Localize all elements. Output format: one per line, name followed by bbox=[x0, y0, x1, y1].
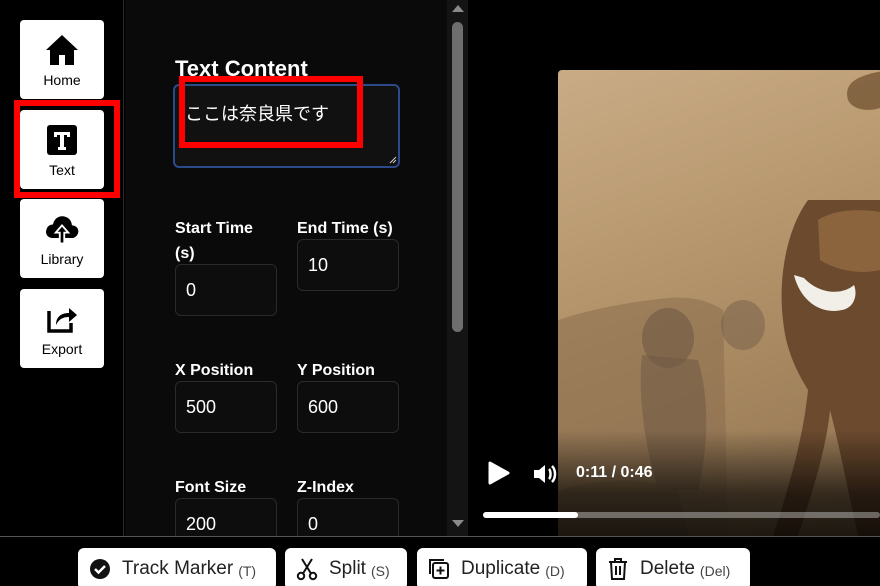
check-circle-icon bbox=[88, 557, 112, 581]
volume-icon[interactable] bbox=[532, 462, 560, 486]
resize-grip-icon[interactable] bbox=[389, 156, 397, 164]
share-export-icon bbox=[44, 301, 80, 337]
end-time-label: End Time (s) bbox=[297, 220, 393, 237]
end-time-input[interactable]: 10 bbox=[297, 239, 399, 291]
video-time-display: 0:11 / 0:46 bbox=[576, 464, 653, 481]
home-icon bbox=[44, 32, 80, 68]
x-position-label: X Position bbox=[175, 362, 254, 379]
split-button[interactable]: Split (S) bbox=[285, 548, 407, 586]
panel-scrollbar[interactable] bbox=[447, 0, 468, 536]
z-index-label: Z-Index bbox=[297, 479, 354, 496]
text-content-input[interactable] bbox=[173, 84, 400, 168]
nav-library-button[interactable]: Library bbox=[20, 199, 104, 278]
sidebar-nav: Home Text Library Export bbox=[0, 0, 124, 536]
scroll-thumb[interactable] bbox=[452, 22, 463, 332]
y-position-input[interactable]: 600 bbox=[297, 381, 399, 433]
delete-button[interactable]: Delete (Del) bbox=[596, 548, 750, 586]
split-shortcut: (S) bbox=[370, 562, 390, 579]
delete-label: Delete bbox=[640, 558, 695, 579]
scissors-icon bbox=[295, 557, 319, 581]
nav-text-label: Text bbox=[49, 161, 75, 178]
duplicate-icon bbox=[427, 557, 451, 581]
nav-home-label: Home bbox=[43, 71, 81, 88]
nav-export-button[interactable]: Export bbox=[20, 289, 104, 368]
nav-text-button[interactable]: Text bbox=[20, 110, 104, 189]
panel-title: Text Content bbox=[175, 56, 308, 81]
scroll-down-arrow-icon[interactable] bbox=[452, 520, 464, 527]
video-controls-overlay bbox=[468, 430, 880, 536]
scroll-up-arrow-icon[interactable] bbox=[452, 5, 464, 12]
font-size-label: Font Size bbox=[175, 479, 247, 496]
cloud-upload-icon bbox=[44, 211, 80, 247]
video-progress-bar[interactable] bbox=[483, 512, 880, 518]
duplicate-label: Duplicate bbox=[461, 558, 541, 579]
text-properties-panel: Text Content Start Time (s) End Time (s)… bbox=[125, 0, 447, 550]
x-position-input[interactable]: 500 bbox=[175, 381, 277, 433]
nav-export-label: Export bbox=[41, 340, 83, 357]
video-preview: 0:11 / 0:46 bbox=[468, 0, 880, 536]
text-icon bbox=[44, 122, 80, 158]
y-position-label: Y Position bbox=[297, 362, 375, 379]
duplicate-button[interactable]: Duplicate (D) bbox=[417, 548, 587, 586]
video-progress-fill bbox=[483, 512, 579, 518]
play-icon[interactable] bbox=[486, 460, 512, 486]
track-marker-button[interactable]: Track Marker (T) bbox=[78, 548, 276, 586]
trash-icon bbox=[606, 557, 630, 581]
start-time-input[interactable]: 0 bbox=[175, 264, 277, 316]
delete-shortcut: (Del) bbox=[699, 562, 731, 579]
start-time-label: Start Time (s) bbox=[175, 220, 253, 262]
duplicate-shortcut: (D) bbox=[545, 562, 565, 579]
track-marker-shortcut: (T) bbox=[238, 562, 257, 579]
nav-home-button[interactable]: Home bbox=[20, 20, 104, 99]
split-label: Split bbox=[329, 558, 366, 579]
nav-library-label: Library bbox=[40, 250, 84, 267]
bottom-toolbar: Track Marker (T) Split (S) Duplicate (D)… bbox=[0, 536, 880, 586]
track-marker-label: Track Marker bbox=[122, 558, 234, 579]
